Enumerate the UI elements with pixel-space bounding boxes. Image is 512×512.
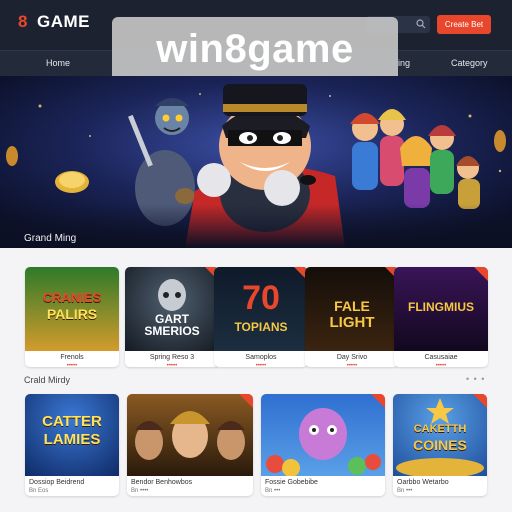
game-card-label: Samoplos	[245, 354, 277, 361]
game-card-label: Dossiop Beidrend	[29, 479, 85, 486]
carousel-dots[interactable]: • • •	[466, 374, 485, 384]
page: 8 GAME Create Bet Home ing Category win8…	[0, 0, 512, 512]
section-title: Crald Mirdy	[24, 375, 71, 385]
nav-item-home[interactable]: Home	[46, 58, 70, 68]
game-card-label: Day Srivo	[336, 354, 368, 361]
game-card-label: Spring Reso 3	[149, 354, 195, 361]
game-card-label: Casusaiae	[424, 354, 458, 361]
game-card-label: Oarbbo Wetarbo	[397, 479, 449, 486]
hero-artwork	[0, 76, 512, 248]
game-card-title-line1: FLINGMIUS	[408, 300, 474, 314]
game-card-label: Fossie Gobebibe	[265, 479, 318, 486]
game-card-title-line2: TOPIANS	[234, 320, 288, 334]
game-card-art	[261, 394, 385, 476]
game-card-title-line1: FALE	[334, 298, 370, 314]
game-card-art: CATTER LAMIES	[25, 394, 119, 476]
game-card-sub: •••••	[435, 363, 447, 367]
logo-mark: 8	[18, 12, 28, 31]
game-card-title-line1: CRANIES	[42, 290, 102, 305]
logo[interactable]: 8 GAME	[18, 12, 90, 32]
game-card[interactable]: Bendor Benhowbos Bn ••••	[127, 394, 253, 496]
game-card[interactable]: FALE LIGHT Day Srivo •••••	[305, 267, 399, 367]
hot-corner-badge	[474, 267, 488, 281]
monster-artwork	[266, 408, 381, 476]
hot-corner-badge	[371, 394, 385, 408]
game-card-title-line1: CATTER	[42, 413, 102, 430]
game-card[interactable]: CATTER LAMIES Dossiop Beidrend Bn Eos	[25, 394, 119, 496]
game-card-sub: Bn ••••	[131, 488, 149, 494]
game-card-sub: •••••	[166, 363, 178, 367]
game-card-title-line2: LAMIES	[43, 431, 101, 448]
game-card-sub: Bn •••	[265, 488, 281, 494]
hot-corner-badge	[473, 394, 487, 408]
watermark: win8game	[112, 17, 398, 82]
logo-text: GAME	[37, 12, 90, 31]
nav-item-ing[interactable]: ing	[398, 58, 410, 68]
game-card[interactable]: CAKETTH COINES Oarbbo Wetarbo Bn •••	[393, 394, 487, 496]
game-card-sub: Bn •••	[397, 488, 413, 494]
game-card-art: CRANIES PALIRS	[25, 267, 119, 351]
game-card[interactable]: CRANIES PALIRS Frenols •••••	[25, 267, 119, 367]
nav-item-category[interactable]: Category	[451, 58, 488, 68]
game-card[interactable]: 70 TOPIANS Samoplos •••••	[214, 267, 308, 367]
hero-caption: Grand Ming	[24, 233, 77, 244]
game-card-art	[127, 394, 253, 476]
hot-corner-badge	[239, 394, 253, 408]
warriors-artwork	[135, 411, 245, 460]
game-card-title-line2: COINES	[413, 437, 467, 453]
game-card-sub: •••••	[255, 363, 267, 367]
game-card-title-line1: CAKETTH	[413, 423, 467, 435]
create-bet-button[interactable]: Create Bet	[437, 15, 491, 34]
game-card[interactable]: Fossie Gobebibe Bn •••	[261, 394, 385, 496]
game-card[interactable]: GART SMERIOS Spring Reso 3 •••••	[125, 267, 219, 367]
game-card-sub: •••••	[66, 363, 78, 367]
game-card-label: Bendor Benhowbos	[131, 479, 193, 486]
search-icon	[416, 19, 426, 29]
game-card-sub: •••••	[346, 363, 358, 367]
hero-banner[interactable]: Grand Ming	[0, 76, 512, 248]
game-card-label: Frenols	[60, 354, 84, 361]
game-card-sub: Bn Eos	[29, 488, 49, 494]
game-card-title-line2: PALIRS	[46, 306, 98, 322]
game-card-title-line2: SMERIOS	[144, 324, 200, 338]
game-card[interactable]: FLINGMIUS Casusaiae •••••	[394, 267, 488, 367]
game-card-title-line1: 70	[242, 279, 280, 317]
game-card-title-line2: LIGHT	[329, 314, 375, 331]
